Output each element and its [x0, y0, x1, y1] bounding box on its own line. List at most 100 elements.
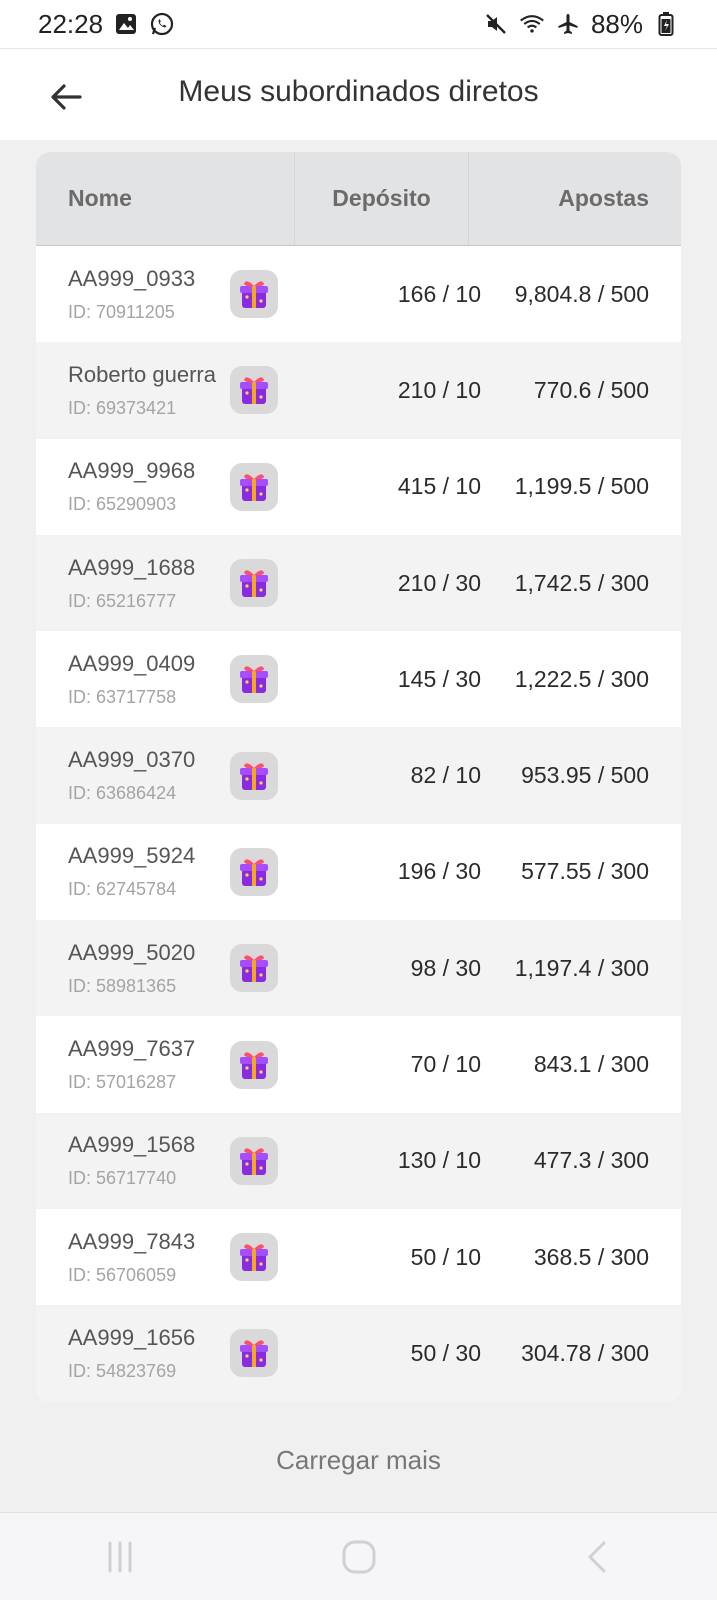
status-right: 88%: [483, 9, 679, 40]
user-id: ID: 65216777: [68, 590, 177, 611]
gift-cell: [230, 366, 294, 415]
gift-box-icon: [236, 661, 272, 697]
user-cell: AA999_1688 ID: 65216777: [36, 555, 230, 612]
table-header: Nome Depósito Apostas: [36, 152, 681, 246]
user-cell: AA999_1656 ID: 54823769: [36, 1325, 230, 1382]
bets-value: 1,197.4 / 300: [514, 954, 649, 981]
gift-button[interactable]: [230, 1040, 278, 1089]
status-bar: 22:28 88%: [0, 0, 717, 48]
bets-value: 477.3 / 300: [533, 1147, 649, 1174]
gift-box-icon: [236, 758, 272, 794]
user-name: Roberto guerra: [68, 361, 216, 387]
gift-cell: [230, 559, 294, 608]
gift-button[interactable]: [230, 1233, 278, 1282]
user-cell: AA999_7843 ID: 56706059: [36, 1229, 230, 1286]
user-cell: AA999_5924 ID: 62745784: [36, 843, 230, 900]
table-row[interactable]: Roberto guerra ID: 69373421 210 / 10 770.6 …: [36, 342, 681, 439]
table-row[interactable]: AA999_9968 ID: 65290903 415 / 10 1,199.5 / …: [36, 438, 681, 535]
user-id: ID: 56706059: [68, 1264, 177, 1285]
user-id: ID: 69373421: [68, 397, 177, 418]
deposit-value: 82 / 10: [410, 762, 481, 789]
table-row[interactable]: AA999_0409 ID: 63717758 145 / 30 1,222.5 / …: [36, 631, 681, 728]
gift-button[interactable]: [230, 1329, 278, 1378]
user-id: ID: 70911205: [68, 301, 175, 322]
bets-value: 843.1 / 300: [533, 1051, 649, 1078]
gift-button[interactable]: [230, 751, 278, 800]
table-row[interactable]: AA999_0933 ID: 70911205 166 / 10 9,804.8 / …: [36, 246, 681, 343]
user-id: ID: 63717758: [68, 686, 177, 707]
nav-back-button[interactable]: [558, 1527, 638, 1587]
load-more-button[interactable]: Carregar mais: [0, 1445, 717, 1476]
whatsapp-icon: [149, 11, 175, 37]
table-row[interactable]: AA999_0370 ID: 63686424 82 / 10 953.95 / 50…: [36, 727, 681, 824]
table-row[interactable]: AA999_1568 ID: 56717740 130 / 10 477.3 / 30…: [36, 1112, 681, 1209]
mute-icon: [483, 11, 509, 37]
gift-button[interactable]: [230, 559, 278, 608]
gift-cell: [230, 751, 294, 800]
user-id: ID: 58981365: [68, 975, 177, 996]
user-name: AA999_1568: [68, 1132, 196, 1158]
column-header-name: Nome: [68, 185, 132, 211]
table-row[interactable]: AA999_1688 ID: 65216777 210 / 30 1,742.5 / …: [36, 534, 681, 632]
user-cell: AA999_0370 ID: 63686424: [36, 747, 230, 804]
bets-value: 368.5 / 300: [533, 1243, 649, 1270]
user-name: AA999_0370: [68, 747, 196, 773]
gift-cell: [230, 847, 294, 896]
user-name: AA999_7637: [68, 1036, 196, 1062]
deposit-value: 98 / 30: [410, 954, 481, 981]
gift-button[interactable]: [230, 270, 278, 319]
gift-box-icon: [236, 1239, 272, 1275]
table-row[interactable]: AA999_5020 ID: 58981365 98 / 30 1,197.4 / 3…: [36, 920, 681, 1017]
table-row[interactable]: AA999_5924 ID: 62745784 196 / 30 577.55 / 3…: [36, 823, 681, 921]
gift-cell: [230, 1040, 294, 1089]
bets-value: 1,222.5 / 300: [514, 665, 649, 692]
bets-value: 304.78 / 300: [521, 1339, 649, 1366]
user-name: AA999_0933: [68, 265, 196, 291]
back-icon: [588, 1541, 605, 1572]
airplane-icon: [555, 11, 581, 37]
gallery-icon: [113, 11, 139, 37]
gift-box-icon: [236, 854, 272, 890]
page-title: Meus subordinados diretos: [178, 75, 539, 108]
gift-box-icon: [236, 372, 272, 408]
gift-box-icon: [236, 950, 272, 986]
recent-apps-button[interactable]: [80, 1527, 160, 1587]
user-cell: AA999_9968 ID: 65290903: [36, 458, 230, 515]
user-name: AA999_1656: [68, 1324, 196, 1350]
user-name: AA999_9968: [68, 458, 196, 484]
gift-box-icon: [236, 565, 272, 601]
home-icon: [342, 1540, 375, 1573]
table-row[interactable]: AA999_7843 ID: 56706059 50 / 10 368.5 / 300: [36, 1208, 681, 1306]
gift-box-icon: [236, 469, 272, 505]
deposit-value: 70 / 10: [410, 1051, 481, 1078]
gift-cell: [230, 1233, 294, 1282]
bets-value: 9,804.8 / 500: [514, 280, 649, 307]
gift-cell: [230, 944, 294, 993]
user-id: ID: 65290903: [68, 494, 177, 515]
gift-button[interactable]: [230, 847, 278, 896]
gift-button[interactable]: [230, 366, 278, 415]
deposit-value: 196 / 30: [397, 858, 481, 885]
gift-button[interactable]: [230, 655, 278, 704]
home-button[interactable]: [319, 1527, 399, 1587]
gift-button[interactable]: [230, 1136, 278, 1185]
deposit-value: 145 / 30: [397, 665, 481, 692]
user-cell: AA999_0933 ID: 70911205: [36, 266, 230, 323]
user-cell: Roberto guerra ID: 69373421: [36, 362, 230, 419]
status-left: 22:28: [38, 9, 175, 40]
bets-value: 1,742.5 / 300: [514, 569, 649, 596]
table-row[interactable]: AA999_7637 ID: 57016287 70 / 10 843.1 / 300: [36, 1016, 681, 1113]
deposit-value: 50 / 30: [410, 1339, 481, 1366]
bets-value: 577.55 / 300: [521, 858, 649, 885]
wifi-icon: [519, 11, 545, 37]
user-name: AA999_0409: [68, 650, 196, 676]
user-cell: AA999_1568 ID: 56717740: [36, 1132, 230, 1189]
gift-box-icon: [236, 1143, 272, 1179]
system-nav-bar: [0, 1512, 717, 1600]
gift-button[interactable]: [230, 944, 278, 993]
user-name: AA999_1688: [68, 554, 196, 580]
table-row[interactable]: AA999_1656 ID: 54823769 50 / 30 304.78 / 30…: [36, 1305, 681, 1402]
user-id: ID: 57016287: [68, 1072, 177, 1093]
gift-cell: [230, 1329, 294, 1378]
gift-button[interactable]: [230, 462, 278, 511]
